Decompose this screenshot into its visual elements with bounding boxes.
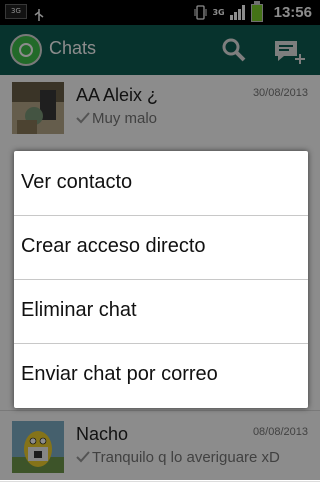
menu-item-label: Crear acceso directo <box>21 235 206 257</box>
menu-item-enviar-chat-por-correo[interactable]: Enviar chat por correo <box>14 343 308 407</box>
menu-item-label: Eliminar chat <box>21 299 137 321</box>
menu-item-eliminar-chat[interactable]: Eliminar chat <box>14 279 308 344</box>
menu-item-crear-acceso-directo[interactable]: Crear acceso directo <box>14 215 308 280</box>
context-menu: Ver contacto Crear acceso directo Elimin… <box>14 151 308 408</box>
menu-item-ver-contacto[interactable]: Ver contacto <box>14 151 308 216</box>
menu-item-label: Enviar chat por correo <box>21 363 218 385</box>
menu-item-label: Ver contacto <box>21 171 133 193</box>
